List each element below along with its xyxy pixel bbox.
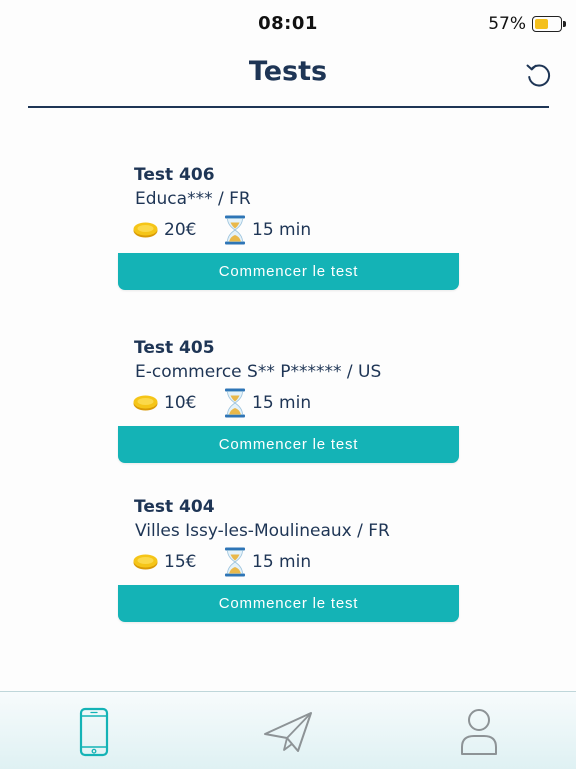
header-divider (28, 106, 549, 108)
battery-tip (563, 21, 566, 27)
tab-tests[interactable] (68, 706, 120, 758)
test-card: Test 406 Educa*** / FR 20€ 15 min Commen… (118, 165, 459, 295)
refresh-button[interactable] (522, 58, 554, 90)
paper-plane-icon (264, 712, 312, 752)
test-price: 15€ (164, 552, 197, 572)
test-meta: 20€ 15 min (133, 215, 311, 245)
battery-icon (532, 16, 566, 32)
test-duration: 15 min (252, 393, 312, 413)
test-subtitle: Educa*** / FR (135, 189, 251, 209)
test-title: Test 405 (134, 338, 215, 358)
test-duration: 15 min (252, 552, 312, 572)
start-test-button[interactable]: Commencer le test (118, 585, 459, 622)
header: Tests (0, 48, 576, 108)
test-duration: 15 min (252, 220, 312, 240)
user-icon (461, 709, 497, 755)
tab-send[interactable] (262, 706, 314, 758)
test-price: 20€ (164, 220, 197, 240)
coin-icon (133, 395, 158, 411)
refresh-icon (526, 64, 551, 87)
battery-level (535, 19, 548, 29)
phone-icon (79, 707, 109, 757)
test-meta: 10€ 15 min (133, 388, 311, 418)
test-title: Test 406 (134, 165, 215, 185)
test-subtitle: E-commerce S** P****** / US (135, 362, 382, 382)
tab-bar (0, 691, 576, 769)
status-bar: 08:01 57% (0, 0, 576, 48)
tab-profile[interactable] (453, 706, 505, 758)
coin-icon (133, 222, 158, 238)
status-indicators: 57% (488, 14, 566, 34)
hourglass-icon (225, 215, 245, 245)
test-card: Test 405 E-commerce S** P****** / US 10€… (118, 338, 459, 468)
test-card: Test 404 Villes Issy-les-Moulineaux / FR… (118, 497, 459, 627)
test-meta: 15€ 15 min (133, 547, 311, 577)
test-title: Test 404 (134, 497, 215, 517)
hourglass-icon (225, 547, 245, 577)
battery-percent: 57% (488, 14, 526, 34)
coin-icon (133, 554, 158, 570)
start-test-button[interactable]: Commencer le test (118, 253, 459, 290)
test-subtitle: Villes Issy-les-Moulineaux / FR (135, 521, 390, 541)
hourglass-icon (225, 388, 245, 418)
test-price: 10€ (164, 393, 197, 413)
page-title: Tests (248, 56, 328, 87)
start-test-button[interactable]: Commencer le test (118, 426, 459, 463)
